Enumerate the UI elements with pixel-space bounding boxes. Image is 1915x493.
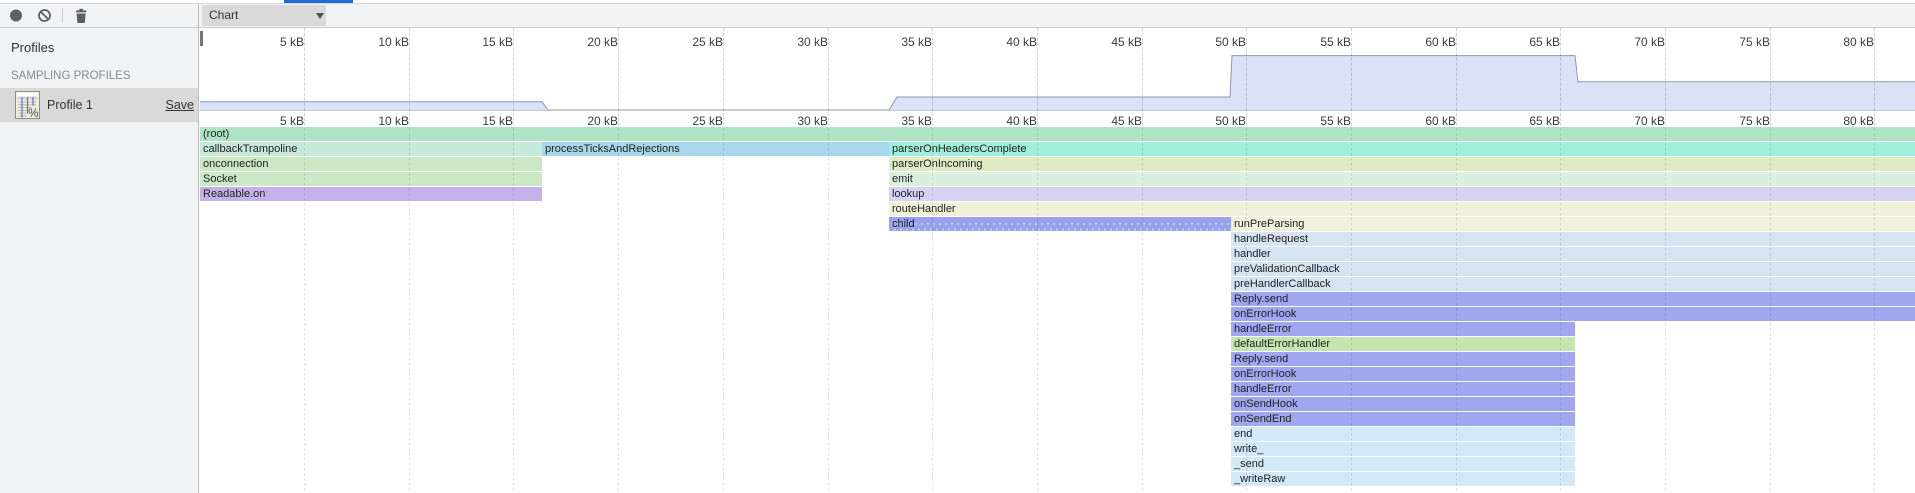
svg-text:%: %	[28, 108, 38, 119]
